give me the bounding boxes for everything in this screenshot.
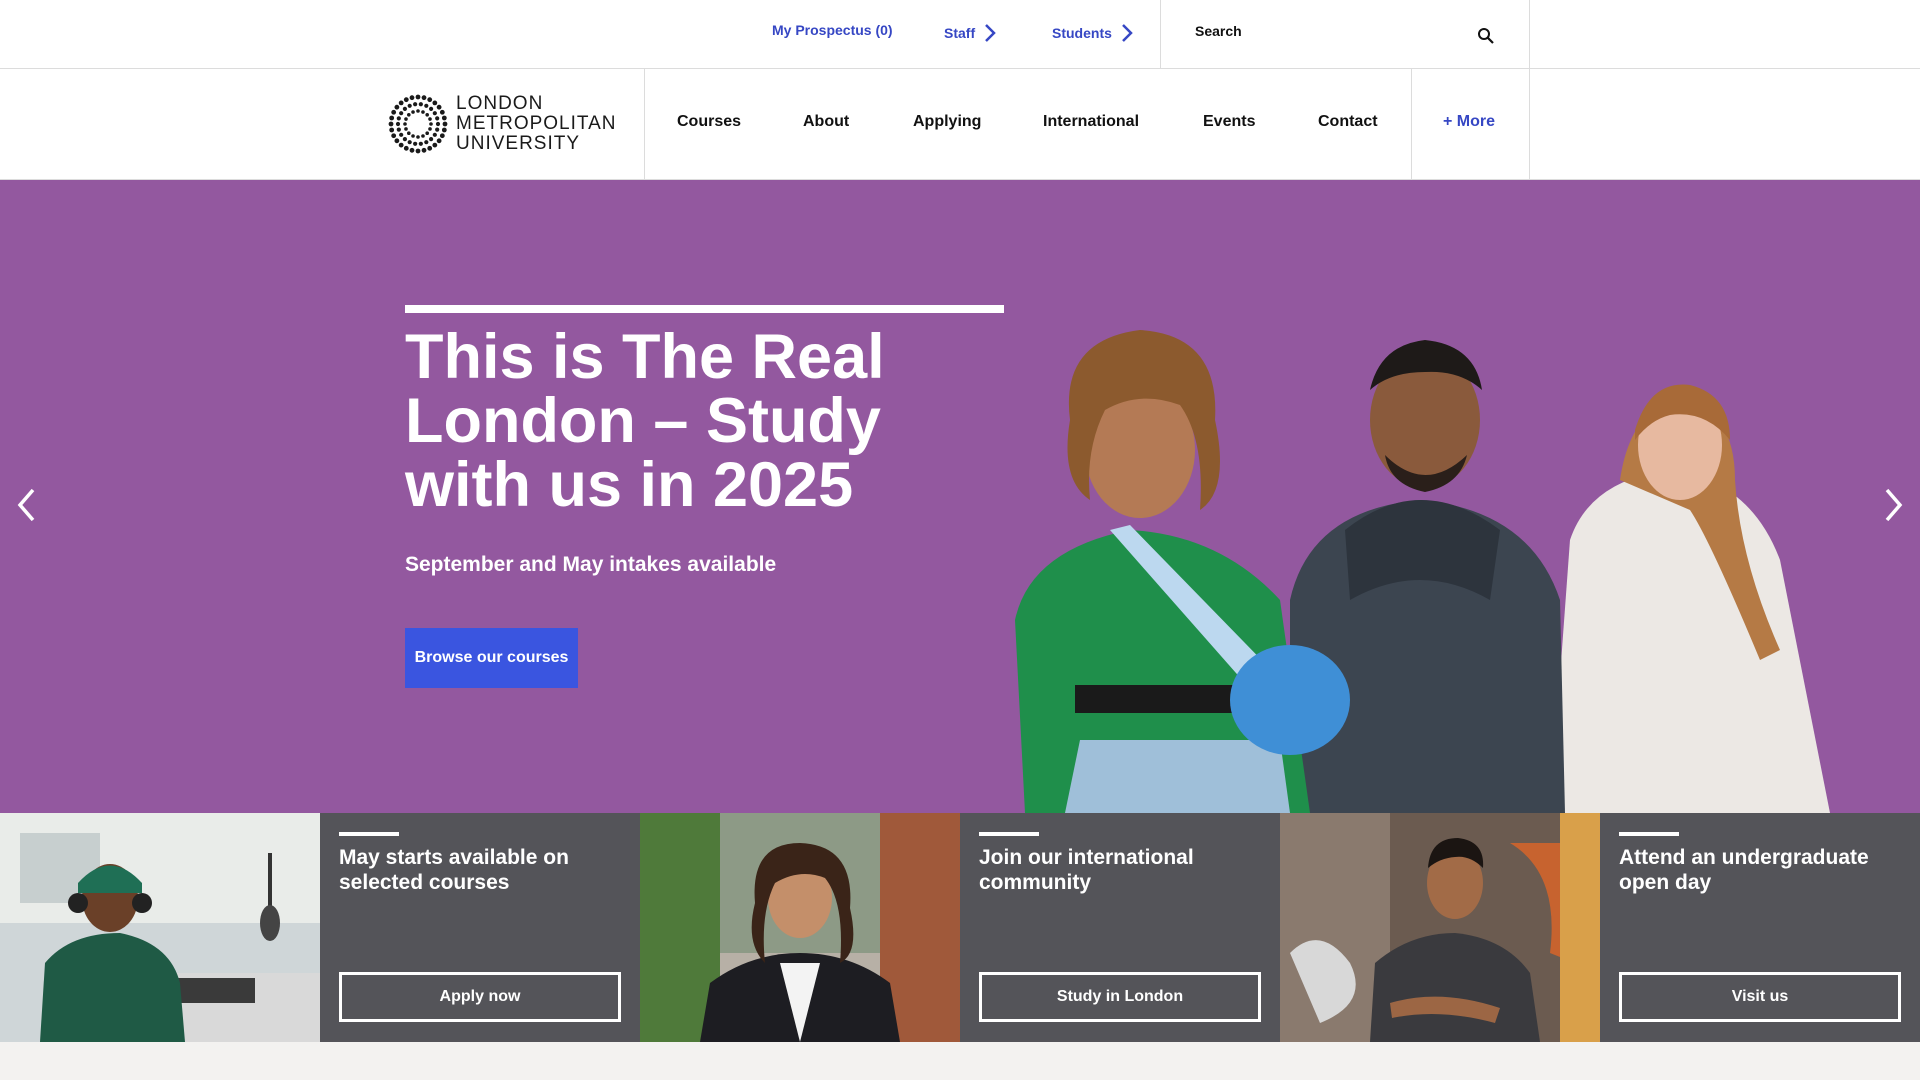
promo-image-radio-student [0, 813, 320, 1042]
nav-more-button[interactable]: + More [1443, 113, 1495, 131]
chevron-right-icon [1122, 24, 1133, 42]
carousel-next-button[interactable] [1878, 485, 1908, 525]
logo-starburst-icon [388, 94, 448, 154]
promo-card-open-day: Attend an undergraduate open day Visit u… [1600, 813, 1920, 1042]
chevron-right-icon [1885, 488, 1903, 522]
promo-title: Join our international community [979, 846, 1194, 894]
logo-line: London [456, 93, 544, 114]
logo-line: Metropolitan [456, 113, 617, 134]
browse-courses-button[interactable]: Browse our courses [405, 628, 578, 688]
main-navigation: London Metropolitan University Courses A… [0, 69, 1920, 180]
nav-item-courses[interactable]: Courses [677, 113, 741, 131]
nav-item-about[interactable]: About [803, 113, 849, 131]
smiling-student-photo [640, 813, 960, 1042]
staff-link-label: Staff [944, 25, 976, 41]
radio-student-photo [0, 813, 320, 1042]
apply-now-button[interactable]: Apply now [339, 972, 621, 1022]
nav-item-applying[interactable]: Applying [913, 113, 981, 131]
staff-link[interactable]: Staff [944, 22, 997, 44]
chevron-right-icon [985, 24, 996, 42]
logo-wordmark: London Metropolitan University [456, 94, 617, 154]
nav-item-international[interactable]: International [1043, 113, 1139, 131]
search-button[interactable] [1468, 18, 1504, 54]
promo-accent-rule [979, 832, 1039, 836]
promo-title: Attend an undergraduate open day [1619, 846, 1869, 894]
chevron-left-icon [17, 488, 35, 522]
utility-bar: My Prospectus (0) Staff Students [0, 0, 1920, 69]
hero-students-photo [1015, 330, 1830, 813]
study-in-london-button[interactable]: Study in London [979, 972, 1261, 1022]
page-footer-band [0, 1042, 1920, 1080]
university-logo[interactable]: London Metropolitan University [388, 94, 617, 154]
promo-image-graffiti-student [1280, 813, 1600, 1042]
nav-divider [1411, 69, 1412, 180]
my-prospectus-link[interactable]: My Prospectus (0) [772, 22, 893, 38]
nav-item-contact[interactable]: Contact [1318, 113, 1378, 131]
promo-title: May starts available on selected courses [339, 846, 569, 894]
promo-card-may-starts: May starts available on selected courses… [320, 813, 640, 1042]
promo-strip: May starts available on selected courses… [0, 813, 1920, 1042]
students-link[interactable]: Students [1052, 22, 1134, 44]
promo-card-international: Join our international community Study i… [960, 813, 1280, 1042]
graffiti-student-photo [1280, 813, 1600, 1042]
promo-accent-rule [339, 832, 399, 836]
search-input[interactable] [1195, 20, 1445, 42]
nav-divider [1529, 69, 1530, 180]
search-box [1160, 0, 1530, 69]
hero-accent-rule [405, 305, 1004, 313]
hero-title: This is The Real London – Study with us … [405, 322, 885, 520]
hero-banner: This is The Real London – Study with us … [0, 180, 1920, 813]
promo-image-smiling-student [640, 813, 960, 1042]
search-icon [1478, 28, 1494, 44]
visit-us-button[interactable]: Visit us [1619, 972, 1901, 1022]
students-link-label: Students [1052, 25, 1112, 41]
promo-accent-rule [1619, 832, 1679, 836]
nav-divider [644, 69, 645, 180]
logo-line: University [456, 133, 581, 154]
carousel-prev-button[interactable] [12, 485, 42, 525]
nav-item-events[interactable]: Events [1203, 113, 1255, 131]
hero-subtitle: September and May intakes available [405, 553, 777, 576]
utility-divider [1529, 0, 1530, 69]
